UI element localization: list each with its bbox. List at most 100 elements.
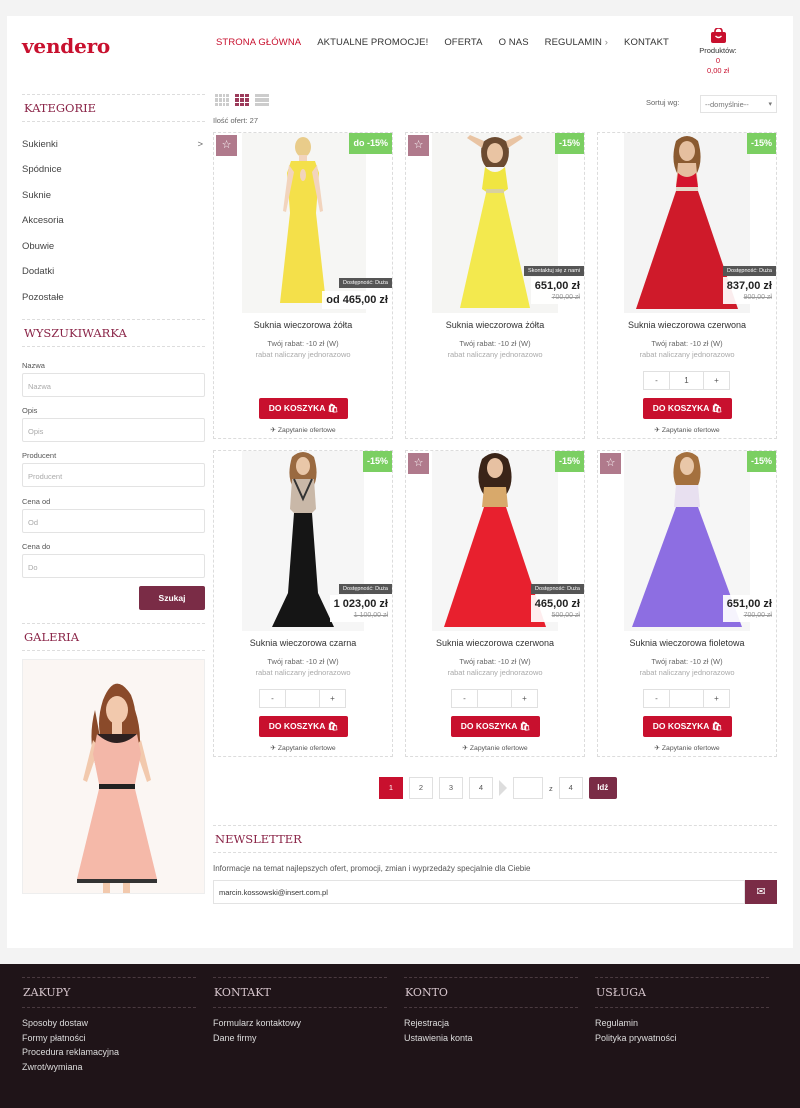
add-to-cart-button[interactable]: DO KOSZYKA 🛍 [643,398,732,419]
qty-plus-button[interactable]: + [511,689,538,708]
description-input[interactable]: Opis [22,418,205,442]
product-name[interactable]: Suknia wieczorowa żółta [406,320,584,330]
nav-promotions[interactable]: AKTUALNE PROMOCJE! [317,37,428,48]
favorite-star-icon[interactable]: ☆ [600,453,621,474]
add-to-cart-button[interactable]: DO KOSZYKA 🛍 [259,398,348,419]
favorite-star-icon[interactable]: ☆ [216,135,237,156]
ask-offer-link[interactable]: ✈ Zapytanie ofertowe [598,744,776,752]
footer-link[interactable]: Zwrot/wymiana [22,1060,196,1075]
grid-large-icon[interactable] [235,94,249,106]
nav-terms[interactable]: REGULAMIN › [545,37,608,48]
product-card[interactable]: ☆ -15% 651,00 zł 700,00 zł Suknia wieczo… [597,450,777,757]
search-button[interactable]: Szukaj [139,586,205,610]
category-other[interactable]: Pozostałe [22,292,205,303]
product-name[interactable]: Suknia wieczorowa czerwona [598,320,776,330]
page-3[interactable]: 3 [439,777,463,799]
page-4[interactable]: 4 [469,777,493,799]
page-1[interactable]: 1 [379,777,403,799]
footer-link[interactable]: Formy płatności [22,1031,196,1046]
nav-contact[interactable]: KONTAKT [624,37,669,48]
name-input[interactable]: Nazwa [22,373,205,397]
footer-link[interactable]: Ustawienia konta [404,1031,578,1046]
ask-offer-link[interactable]: ✈ Zapytanie ofertowe [598,426,776,434]
footer-heading: ZAKUPY [22,977,196,1008]
product-name[interactable]: Suknia wieczorowa fioletowa [598,638,776,648]
page-number-input[interactable] [513,777,543,799]
producer-input[interactable]: Producent [22,463,205,487]
product-image[interactable]: ☆ -15% Skontaktuj się z nami 651,00 zł 7… [406,133,584,313]
category-skirts[interactable]: Spódnice [22,164,205,175]
product-image[interactable]: ☆ -15% Dostępność: Duża 465,00 zł 500,00… [406,451,584,631]
gallery-image[interactable] [22,659,205,894]
add-to-cart-button[interactable]: DO KOSZYKA 🛍 [643,716,732,737]
product-card[interactable]: -15% Dostępność: Duża 837,00 zł 900,00 z… [597,132,777,439]
favorite-star-icon[interactable]: ☆ [408,135,429,156]
category-gowns[interactable]: Suknie [22,190,205,201]
quantity-stepper[interactable]: - + [643,689,730,708]
envelope-icon[interactable]: ✉ [745,880,777,904]
mini-cart[interactable]: Produktów: 0 0,00 zł [694,28,742,76]
product-card[interactable]: -15% Dostępność: Duża 1 023,00 zł 1 100,… [213,450,393,757]
footer-link[interactable]: Rejestracja [404,1016,578,1031]
qty-minus-button[interactable]: - [451,689,478,708]
qty-minus-button[interactable]: - [643,371,670,390]
quantity-stepper[interactable]: - + [259,689,346,708]
qty-input[interactable]: 1 [670,371,703,390]
go-button[interactable]: Idź [588,777,617,799]
footer-link[interactable]: Dane firmy [213,1031,387,1046]
product-image[interactable]: -15% Dostępność: Duża 1 023,00 zł 1 100,… [214,451,392,631]
model-photo [23,660,204,893]
quantity-stepper[interactable]: -1 + [643,371,730,390]
logo[interactable]: vendero [22,34,110,58]
favorite-star-icon[interactable]: ☆ [408,453,429,474]
footer-link[interactable]: Formularz kontaktowy [213,1016,387,1031]
main-nav: STRONA GŁÓWNA AKTUALNE PROMOCJE! OFERTA … [216,37,669,48]
nav-offer[interactable]: OFERTA [444,37,482,48]
footer-link[interactable]: Polityka prywatności [595,1031,769,1046]
footer-link[interactable]: Sposoby dostaw [22,1016,196,1031]
product-image[interactable]: ☆ -15% 651,00 zł 700,00 zł [598,451,776,631]
qty-plus-button[interactable]: + [703,689,730,708]
product-card[interactable]: ☆ -15% Skontaktuj się z nami 651,00 zł 7… [405,132,585,439]
product-name[interactable]: Suknia wieczorowa czarna [214,638,392,648]
sort-select[interactable]: --domyślnie-- ▾ [700,95,777,113]
qty-input[interactable] [670,689,703,708]
category-dresses[interactable]: Sukienki > [22,139,205,150]
footer-link[interactable]: Procedura reklamacyjna [22,1045,196,1060]
list-view-icon[interactable] [255,94,269,106]
ask-offer-link[interactable]: ✈ Zapytanie ofertowe [214,426,392,434]
discount-badge: -15% [746,451,776,472]
ask-offer-link[interactable]: ✈ Zapytanie ofertowe [406,744,584,752]
add-to-cart-button[interactable]: DO KOSZYKA 🛍 [259,716,348,737]
discount-badge: -15% [746,133,776,154]
footer-link[interactable]: Regulamin [595,1016,769,1031]
price-box: 651,00 zł 700,00 zł [722,595,776,622]
qty-plus-button[interactable]: + [703,371,730,390]
qty-minus-button[interactable]: - [643,689,670,708]
gallery-title: GALERIA [22,623,205,651]
category-extras[interactable]: Dodatki [22,266,205,277]
newsletter-email-input[interactable]: marcin.kossowski@insert.com.pl [213,880,745,904]
qty-input[interactable] [478,689,511,708]
qty-minus-button[interactable]: - [259,689,286,708]
product-card[interactable]: ☆ -15% Dostępność: Duża 465,00 zł 500,00… [405,450,585,757]
page-2[interactable]: 2 [409,777,433,799]
product-name[interactable]: Suknia wieczorowa czerwona [406,638,584,648]
product-card[interactable]: ☆ do -15% Dostępność: Duża od 465,00 zł … [213,132,393,439]
price-from-input[interactable]: Od [22,509,205,533]
product-image[interactable]: -15% Dostępność: Duża 837,00 zł 900,00 z… [598,133,776,313]
qty-input[interactable] [286,689,319,708]
ask-offer-link[interactable]: ✈ Zapytanie ofertowe [214,744,392,752]
nav-home[interactable]: STRONA GŁÓWNA [216,37,301,48]
qty-plus-button[interactable]: + [319,689,346,708]
category-shoes[interactable]: Obuwie [22,241,205,252]
nav-about[interactable]: O NAS [499,37,529,48]
product-name[interactable]: Suknia wieczorowa żółta [214,320,392,330]
price-to-input[interactable]: Do [22,554,205,578]
category-accessories[interactable]: Akcesoria [22,215,205,226]
add-to-cart-button[interactable]: DO KOSZYKA 🛍 [451,716,540,737]
grid-small-icon[interactable] [215,94,229,106]
product-image[interactable]: ☆ do -15% Dostępność: Duża od 465,00 zł [214,133,392,313]
arrow-right-icon[interactable] [499,780,507,796]
quantity-stepper[interactable]: - + [451,689,538,708]
